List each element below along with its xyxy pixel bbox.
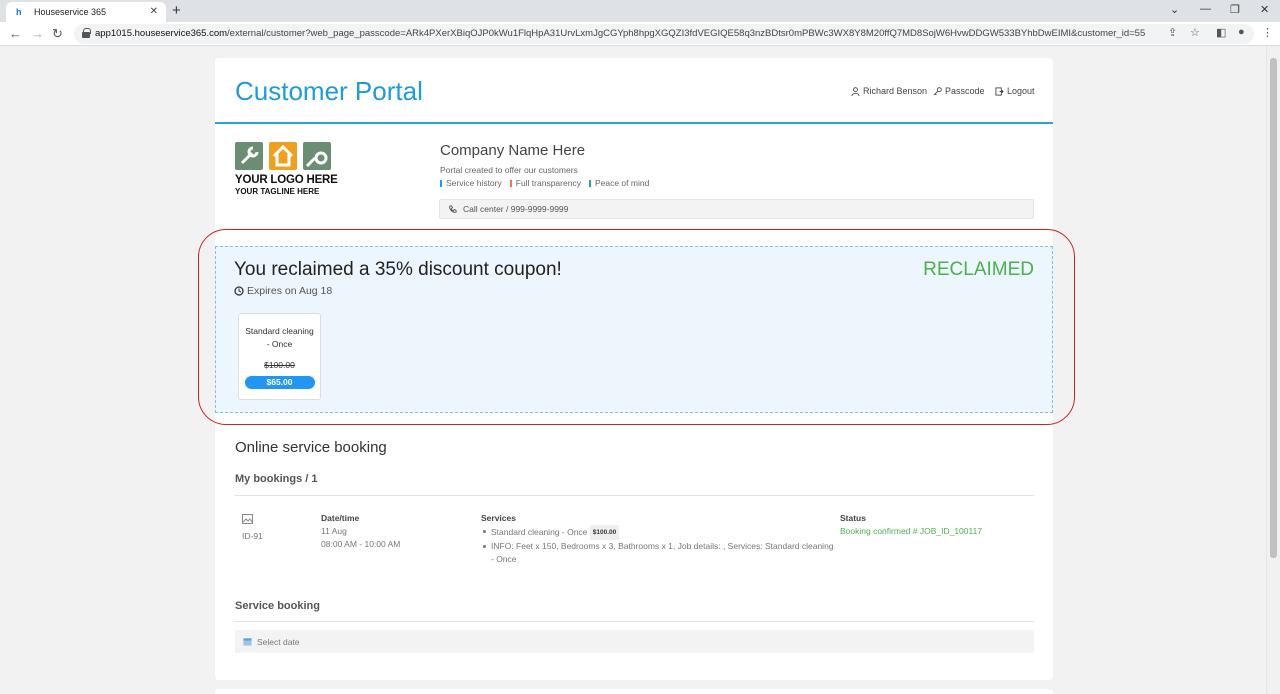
minimize-icon[interactable]: — <box>1200 3 1211 15</box>
house-logo-icon <box>269 142 297 170</box>
back-arrow-icon[interactable]: ← <box>9 26 22 41</box>
browser-tab[interactable]: h Houseservice 365 ✕ <box>6 2 166 22</box>
share-icon[interactable]: ⇪ <box>1168 26 1177 39</box>
calendar-icon <box>243 638 252 646</box>
new-tab-icon[interactable]: + <box>172 2 181 19</box>
call-center-bar[interactable]: Call center / 999-9999-9999 <box>439 199 1034 219</box>
portal-header: Customer Portal Richard Benson Passcode … <box>215 58 1053 124</box>
col-datetime-header: Date/time <box>321 513 360 523</box>
booking-info-item: INFO: Feet x 150, Bedrooms x 3, Bathroom… <box>481 540 836 566</box>
coupon-service-card[interactable]: Standard cleaning - Once $100.00 $65.00 <box>238 313 321 400</box>
call-center-text: Call center / 999-9999-9999 <box>463 204 569 214</box>
coupon-panel: You reclaimed a 35% discount coupon! REC… <box>215 246 1053 413</box>
select-date-input[interactable]: Select date <box>235 630 1034 653</box>
booking-status[interactable]: Booking confirmed # JOB_ID_100117 <box>840 525 982 538</box>
page-scrollbar[interactable] <box>1266 46 1280 694</box>
service-booking-title: Service booking <box>235 600 320 612</box>
reload-icon[interactable]: ↻ <box>52 26 63 42</box>
booking-services-cell: Services Standard cleaning - Once $100.0… <box>481 512 836 566</box>
booking-service-item: Standard cleaning - Once $100.00 <box>481 525 836 540</box>
tab-close-icon[interactable]: ✕ <box>150 6 158 17</box>
feature-peace-of-mind: Peace of mind <box>589 178 649 188</box>
booking-status-cell: Status Booking confirmed # JOB_ID_100117 <box>840 512 982 538</box>
page-title: Customer Portal <box>235 76 423 106</box>
menu-kebab-icon[interactable]: ⋮ <box>1262 26 1273 39</box>
browser-tab-strip: h Houseservice 365 ✕ + ⌄ — ❐ ✕ <box>0 0 1280 22</box>
passcode-link[interactable]: Passcode <box>933 86 985 96</box>
lock-icon <box>82 28 91 38</box>
booking-datetime-cell: Date/time 11 Aug 08:00 AM - 10:00 AM <box>321 512 400 551</box>
booking-date: 11 Aug <box>321 526 347 536</box>
divider <box>235 621 1034 622</box>
url-text: app1015.houseservice365.com/external/cus… <box>95 28 1146 39</box>
logout-icon <box>995 86 1004 96</box>
gear-logo-icon <box>303 142 331 170</box>
window-close-icon[interactable]: ✕ <box>1260 3 1269 16</box>
side-panel-icon[interactable]: ◧ <box>1216 26 1226 39</box>
key-icon <box>933 86 942 95</box>
image-icon <box>242 514 253 524</box>
address-toolbar: ← → ↻ app1015.houseservice365.com/extern… <box>0 22 1280 46</box>
tab-search-chevron-icon[interactable]: ⌄ <box>1170 3 1179 16</box>
address-bar[interactable]: app1015.houseservice365.com/external/cus… <box>74 24 1254 44</box>
user-profile-link[interactable]: Richard Benson <box>851 86 927 96</box>
booking-time: 08:00 AM - 10:00 AM <box>321 539 401 549</box>
feature-list: Service history Full transparency Peace … <box>440 178 649 188</box>
feature-transparency: Full transparency <box>510 178 581 188</box>
col-status-header: Status <box>840 513 866 523</box>
restore-icon[interactable]: ❐ <box>1230 3 1240 16</box>
coupon-expiry: Expires on Aug 18 <box>234 285 332 297</box>
company-description: Portal created to offer our customers <box>440 165 578 175</box>
bookmark-star-icon[interactable]: ☆ <box>1190 26 1200 39</box>
logout-link[interactable]: Logout <box>995 86 1035 96</box>
booking-id: ID-91 <box>242 531 263 541</box>
coupon-title: You reclaimed a 35% discount coupon! <box>234 259 562 280</box>
coupon-new-price: $65.00 <box>244 376 315 389</box>
company-logo: YOUR LOGO HERE YOUR TAGLINE HERE <box>235 142 338 198</box>
next-section-card <box>215 689 1053 694</box>
forward-arrow-icon[interactable]: → <box>31 26 44 41</box>
clock-icon <box>234 286 244 296</box>
my-bookings-title: My bookings / 1 <box>235 473 318 485</box>
company-name: Company Name Here <box>440 142 586 159</box>
select-date-placeholder: Select date <box>257 636 300 647</box>
phone-icon <box>449 204 457 213</box>
logo-tagline: YOUR TAGLINE HERE <box>235 187 320 196</box>
divider <box>235 495 1034 496</box>
profile-avatar-icon[interactable]: ● <box>1238 26 1245 38</box>
coupon-status-badge: RECLAIMED <box>923 259 1034 280</box>
booking-id-cell: ID-91 <box>242 514 263 543</box>
coupon-service-name: Standard cleaning - Once <box>245 326 314 349</box>
wrench-logo-icon <box>235 142 263 170</box>
tab-title: Houseservice 365 <box>34 7 107 17</box>
portal-card: Customer Portal Richard Benson Passcode … <box>215 58 1053 680</box>
feature-service-history: Service history <box>440 178 502 188</box>
scrollbar-thumb[interactable] <box>1270 58 1277 558</box>
online-booking-title: Online service booking <box>235 439 387 456</box>
service-price-badge: $100.00 <box>589 525 620 540</box>
coupon-old-price: $100.00 <box>264 360 295 370</box>
user-icon <box>851 86 860 96</box>
site-favicon-icon: h <box>16 7 22 17</box>
logo-text: YOUR LOGO HERE <box>235 174 338 186</box>
col-services-header: Services <box>481 513 516 523</box>
